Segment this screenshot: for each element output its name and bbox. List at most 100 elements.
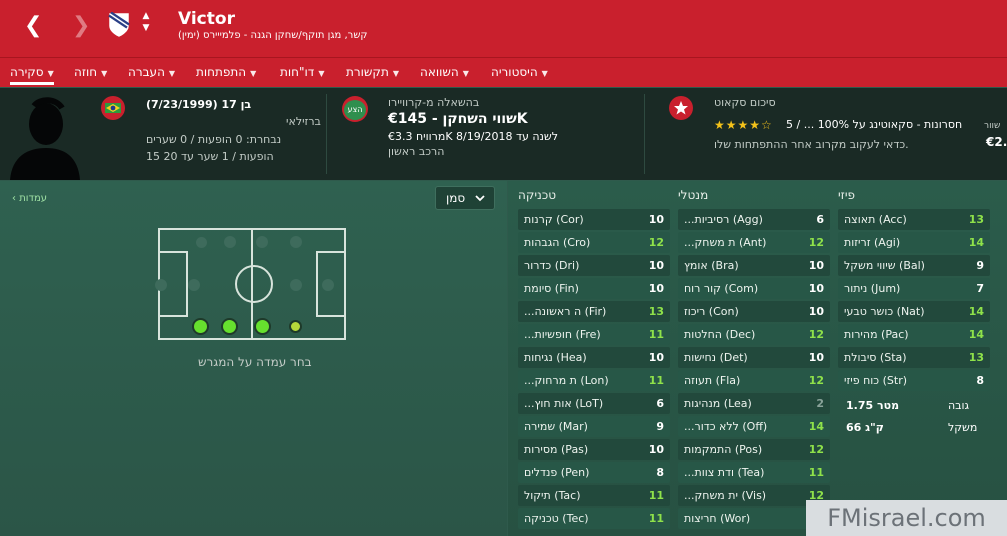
attribute-row[interactable]: ריכוז (Con) 10 (678, 301, 830, 322)
position-dot[interactable] (224, 236, 236, 248)
attribute-row[interactable]: אומץ (Bra) 10 (678, 255, 830, 276)
attribute-row[interactable]: ...ללא כדור (Off) 14 (678, 416, 830, 437)
attribute-row[interactable]: ...ה ראשונה (Fir) 13 (518, 301, 670, 322)
attribute-row[interactable]: כושר טבעי (Nat) 14 (838, 301, 990, 322)
attribute-value: 2 (816, 397, 824, 410)
attribute-row[interactable]: ...אות חוץ (LoT) 6 (518, 393, 670, 414)
attribute-label: קרנות (Cor) (524, 213, 584, 226)
attribute-value: 8 (656, 466, 664, 479)
tab-overview[interactable]: סקירה ▼ (10, 65, 54, 85)
attribute-row[interactable]: תאוצה (Acc) 13 (838, 209, 990, 230)
attribute-label: מסירות (Pas) (524, 443, 589, 456)
position-dot[interactable] (188, 279, 200, 291)
position-marker-natural[interactable] (221, 318, 238, 335)
scout-summary: 5 / ... חסרונות - סקאוטינג על 100% (786, 118, 963, 131)
attribute-label: ...אות חוץ (LoT) (524, 397, 604, 410)
attribute-row[interactable]: ...ת משחק (Ant) 12 (678, 232, 830, 253)
attribute-row[interactable]: הגבהות (Cro) 12 (518, 232, 670, 253)
scout-star-icon (669, 96, 693, 120)
chevron-down-icon (475, 195, 485, 202)
attribute-label: ...ה ראשונה (Fir) (524, 305, 607, 318)
center-circle (235, 265, 273, 303)
attribute-row[interactable]: ...רסיביות (Agg) 6 (678, 209, 830, 230)
attribute-row[interactable]: נגיחות (Hea) 10 (518, 347, 670, 368)
attribute-row[interactable]: טכניקה (Tec) 11 (518, 508, 670, 529)
back-arrow-icon[interactable]: ❮ (24, 12, 42, 40)
watermark: FMisrael.com (806, 500, 1007, 536)
loan-status: בהשאלה מ-קרוויירו (388, 96, 480, 109)
attribute-row[interactable]: תעוזה (Fla) 12 (678, 370, 830, 391)
tab-media[interactable]: תקשורת ▼ (346, 65, 399, 79)
attribute-label: סיבולת (Sta) (844, 351, 907, 364)
tab-development[interactable]: התפתחות ▼ (196, 65, 256, 79)
position-dot[interactable] (196, 237, 207, 248)
attribute-label: נחישות (Det) (684, 351, 748, 364)
attribute-row[interactable]: פנדלים (Pen) 8 (518, 462, 670, 483)
attribute-label: פנדלים (Pen) (524, 466, 590, 479)
attribute-row[interactable]: החלטות (Dec) 12 (678, 324, 830, 345)
attribute-label: כושר טבעי (Nat) (844, 305, 925, 318)
attribute-value: 13 (648, 305, 664, 318)
position-dot[interactable] (155, 279, 167, 291)
player-nationality: ברזילאי (286, 115, 321, 128)
attribute-label: ...חופשיות (Fre) (524, 328, 601, 341)
divider (644, 94, 645, 174)
attribute-value: 10 (808, 259, 824, 272)
attribute-row[interactable]: קרנות (Cor) 10 (518, 209, 670, 230)
position-marker-natural[interactable] (192, 318, 209, 335)
tab-history[interactable]: היסטוריה ▼ (491, 65, 548, 79)
app-window: { "header": { "player_name": "Victor", "… (0, 0, 1007, 536)
forward-arrow-icon[interactable]: ❯ (72, 12, 90, 40)
position-dot[interactable] (322, 279, 334, 291)
attribute-value: 8 (976, 374, 984, 387)
attribute-label: ...רסיביות (Agg) (684, 213, 763, 226)
attribute-label: ניתור (Jum) (844, 282, 901, 295)
attribute-row[interactable]: תיקול (Tac) 11 (518, 485, 670, 506)
attribute-label: טכניקה (Tec) (524, 512, 589, 525)
attribute-row[interactable]: ניתור (Jum) 7 (838, 278, 990, 299)
attribute-value: 14 (808, 420, 824, 433)
attribute-row[interactable]: שמירה (Mar) 9 (518, 416, 670, 437)
attribute-label: הגבהות (Cro) (524, 236, 591, 249)
attribute-row[interactable]: ...חופשיות (Fre) 11 (518, 324, 670, 345)
attribute-row[interactable]: זריזות (Agi) 14 (838, 232, 990, 253)
attribute-row[interactable]: נחישות (Det) 10 (678, 347, 830, 368)
attribute-label: ...ת מרחוק (Lon) (524, 374, 609, 387)
attribute-value: 13 (968, 351, 984, 364)
tab-contract[interactable]: חוזה ▼ (74, 65, 107, 79)
attribute-row[interactable]: קור רוח (Com) 10 (678, 278, 830, 299)
tab-transfer[interactable]: העברה ▼ (128, 65, 175, 79)
attribute-row[interactable]: ...ת מרחוק (Lon) 11 (518, 370, 670, 391)
attribute-row[interactable]: כדרור (Dri) 10 (518, 255, 670, 276)
offer-badge[interactable]: הצע (342, 96, 368, 122)
attribute-value: 11 (648, 328, 664, 341)
positions-link[interactable]: ‹ עמדות (12, 193, 47, 204)
position-dot[interactable] (290, 236, 302, 248)
attribute-label: ...ית משחק (Vis) (684, 489, 767, 502)
attribute-row[interactable]: התמקמות (Pos) 12 (678, 439, 830, 460)
attribute-value: 9 (976, 259, 984, 272)
position-dot[interactable] (256, 236, 268, 248)
attribute-row[interactable]: מנהיגות (Lea) 2 (678, 393, 830, 414)
attribute-value: 10 (808, 305, 824, 318)
attribute-value: 14 (968, 305, 984, 318)
position-marker-accomplished[interactable] (289, 320, 302, 333)
attribute-label: שמירה (Mar) (524, 420, 588, 433)
position-dot[interactable] (290, 279, 302, 291)
attribute-row[interactable]: סיבולת (Sta) 13 (838, 347, 990, 368)
attribute-row[interactable]: שיווי משקל (Bal) 9 (838, 255, 990, 276)
attribute-label: ...ת משחק (Ant) (684, 236, 767, 249)
attribute-row[interactable]: ...ודת צוות (Tea) 11 (678, 462, 830, 483)
attribute-row[interactable]: כוח פיזי (Str) 8 (838, 370, 990, 391)
position-marker-natural[interactable] (254, 318, 271, 335)
highlight-dropdown[interactable]: סמן (435, 186, 495, 210)
player-age: (7/23/1999) בן 17 (146, 98, 252, 111)
player-switch-icon[interactable]: ▲ ▼ (140, 10, 152, 34)
attribute-row[interactable]: מסירות (Pas) 10 (518, 439, 670, 460)
attribute-row[interactable]: סיומת (Fin) 10 (518, 278, 670, 299)
tab-compare[interactable]: השוואה ▼ (420, 65, 469, 79)
attribute-value: 6 (656, 397, 664, 410)
tab-reports[interactable]: דו"חות ▼ (280, 65, 325, 79)
attribute-value: 10 (648, 351, 664, 364)
attribute-row[interactable]: מהירות (Pac) 14 (838, 324, 990, 345)
